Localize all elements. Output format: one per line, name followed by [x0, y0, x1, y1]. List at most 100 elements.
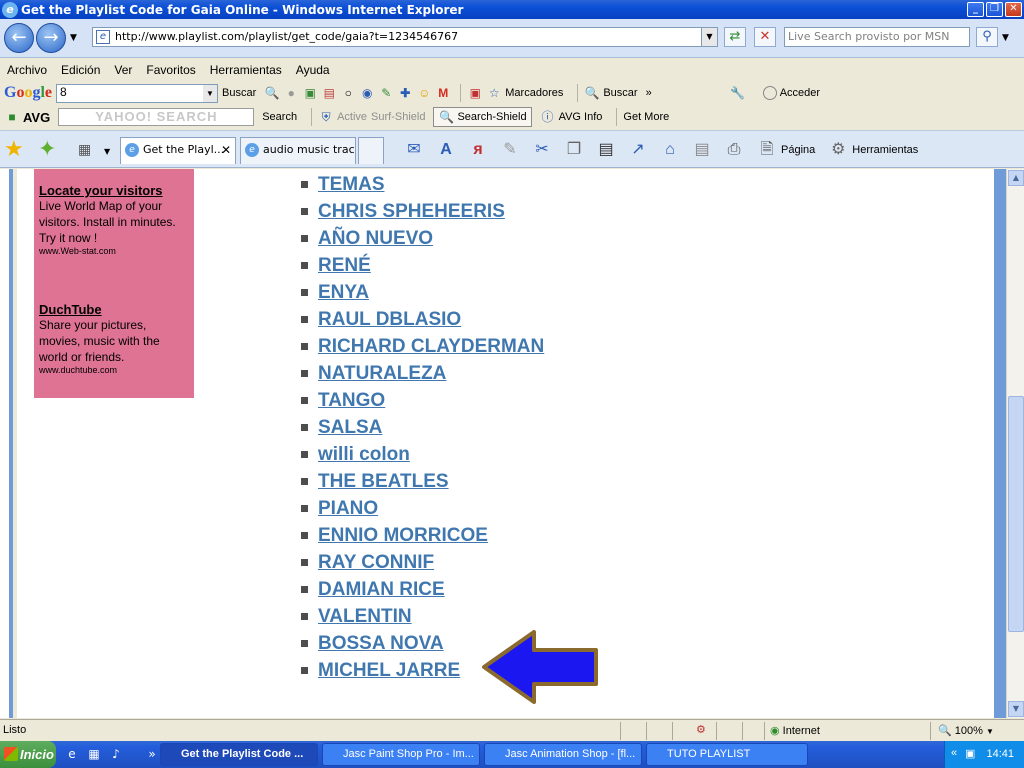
- playlist-link[interactable]: PIANO: [318, 498, 378, 520]
- refresh-button[interactable]: ⇄: [724, 27, 746, 47]
- font-size-icon[interactable]: A: [435, 139, 457, 161]
- playlist-link[interactable]: VALENTIN: [318, 606, 412, 628]
- home-icon[interactable]: ⌂: [659, 139, 681, 161]
- playlist-link[interactable]: willi colon: [318, 444, 410, 466]
- menu-ver[interactable]: Ver: [114, 63, 132, 77]
- scroll-up-icon[interactable]: ▲: [1008, 170, 1024, 186]
- taskbar-window-animation-shop[interactable]: Jasc Animation Shop - [fl...: [484, 743, 642, 766]
- buscar-button[interactable]: 🔍 Buscar: [584, 85, 638, 101]
- favorites-star-icon[interactable]: ★: [4, 137, 24, 162]
- menu-edicion[interactable]: Edición: [61, 63, 100, 77]
- ie-quicklaunch-icon[interactable]: e: [64, 746, 80, 762]
- herramientas-menu[interactable]: ⚙ Herramientas: [827, 139, 918, 161]
- copy-icon[interactable]: ❐: [563, 139, 585, 161]
- pen-icon[interactable]: ✎: [378, 85, 394, 101]
- google-logo[interactable]: Google: [4, 84, 52, 102]
- scrollbar-thumb[interactable]: [1008, 396, 1024, 632]
- playlist-link[interactable]: THE BEATLES: [318, 471, 449, 493]
- taskbar-window-folder[interactable]: TUTO PLAYLIST: [646, 743, 808, 766]
- avg-search-button[interactable]: Search: [262, 111, 297, 123]
- clock[interactable]: 14:41: [986, 748, 1014, 760]
- paste-icon[interactable]: ▤: [595, 139, 617, 161]
- back-button[interactable]: ←: [4, 23, 34, 53]
- popup-blocker-icon[interactable]: ▣: [467, 85, 483, 101]
- playlist-link[interactable]: RAY CONNIF: [318, 552, 434, 574]
- ad-title-link[interactable]: Locate your visitors: [39, 183, 189, 198]
- playlist-link[interactable]: ENYA: [318, 282, 369, 304]
- playlist-link[interactable]: SALSA: [318, 417, 382, 439]
- playlist-link[interactable]: MICHEL JARRE: [318, 660, 460, 682]
- playlist-link[interactable]: DAMIAN RICE: [318, 579, 445, 601]
- start-button[interactable]: Inicio: [0, 741, 56, 768]
- zoom-control[interactable]: 🔍 100% ▼: [938, 724, 994, 737]
- ad-title-link[interactable]: DuchTube: [39, 302, 189, 317]
- search-shield-button[interactable]: 🔍 Search-Shield: [433, 107, 532, 127]
- menu-herramientas[interactable]: Herramientas: [210, 63, 282, 77]
- close-button[interactable]: ✕: [1005, 2, 1022, 17]
- mail-icon[interactable]: ✉: [403, 139, 425, 161]
- print-icon[interactable]: ⎙: [723, 139, 745, 161]
- scroll-down-icon[interactable]: ▼: [1008, 701, 1024, 717]
- recent-pages-dropdown-icon[interactable]: ▼: [70, 33, 77, 43]
- menu-favoritos[interactable]: Favoritos: [146, 63, 195, 77]
- maximize-button[interactable]: ❐: [986, 2, 1003, 17]
- wrench-icon[interactable]: 🔧: [730, 85, 746, 101]
- taskbar-window-ie[interactable]: Get the Playlist Code ...: [160, 743, 318, 766]
- search-icon[interactable]: ⚲: [976, 27, 998, 47]
- chat-icon[interactable]: ○: [340, 85, 356, 101]
- yahoo-search-input[interactable]: YAHOO! SEARCH: [58, 108, 255, 126]
- forward-button[interactable]: →: [36, 23, 66, 53]
- playlist-link[interactable]: TEMAS: [318, 174, 385, 196]
- minimize-button[interactable]: _: [967, 2, 984, 17]
- desktop-quicklaunch-icon[interactable]: ▦: [86, 746, 102, 762]
- new-tab-button[interactable]: [358, 137, 384, 164]
- google-search-input[interactable]: 8 ▼: [56, 83, 219, 103]
- plus-icon[interactable]: ✚: [397, 85, 413, 101]
- playlist-link[interactable]: RAUL DBLASIO: [318, 309, 461, 331]
- encoding-icon[interactable]: я: [467, 139, 489, 161]
- tab-list-dropdown-icon[interactable]: ▼: [104, 147, 110, 156]
- playlist-link[interactable]: NATURALEZA: [318, 363, 446, 385]
- playlist-link[interactable]: BOSSA NOVA: [318, 633, 444, 655]
- vertical-scrollbar[interactable]: ▲ ▼: [1006, 169, 1024, 718]
- search-options-dropdown-icon[interactable]: ▼: [1002, 33, 1009, 43]
- address-dropdown-icon[interactable]: ▼: [701, 28, 717, 46]
- popup-status-icon[interactable]: ⚙: [696, 723, 706, 736]
- tab-audio-music[interactable]: e audio music trac...: [240, 137, 356, 164]
- playlist-link[interactable]: ENNIO MORRICOE: [318, 525, 488, 547]
- rss-feed-icon[interactable]: ▤: [691, 139, 713, 161]
- avg-info-button[interactable]: ⓘ AVG Info: [540, 109, 603, 125]
- magnifier-icon[interactable]: 🔍: [264, 85, 280, 101]
- playlist-link[interactable]: AÑO NUEVO: [318, 228, 433, 250]
- menu-ayuda[interactable]: Ayuda: [296, 63, 330, 77]
- marcadores-button[interactable]: ☆ Marcadores: [486, 85, 563, 101]
- active-surf-shield-button[interactable]: ⛨ Active Surf-Shield: [318, 109, 426, 125]
- tab-get-playlist[interactable]: e Get the Playl... ✕: [120, 137, 236, 164]
- playlist-link[interactable]: TANGO: [318, 390, 385, 412]
- stop-button[interactable]: ✕: [754, 27, 776, 47]
- taskbar-window-paintshop[interactable]: Jasc Paint Shop Pro - Im...: [322, 743, 480, 766]
- add-favorites-icon[interactable]: ✦: [38, 137, 56, 162]
- playlist-link[interactable]: RENÉ: [318, 255, 371, 277]
- tray-expand-icon[interactable]: «: [951, 747, 957, 759]
- media-quicklaunch-icon[interactable]: ♪: [108, 746, 124, 762]
- pagerank-icon[interactable]: ●: [283, 85, 299, 101]
- get-more-button[interactable]: Get More: [623, 111, 669, 123]
- chevron-more-icon[interactable]: »: [646, 87, 652, 99]
- playlist-link[interactable]: CHRIS SPHEHEERIS: [318, 201, 505, 223]
- pagina-menu[interactable]: 🗎 Página: [756, 139, 816, 161]
- address-bar[interactable]: e http://www.playlist.com/playlist/get_c…: [92, 27, 718, 47]
- google-box-dropdown-icon[interactable]: ▼: [203, 84, 218, 102]
- acceder-button[interactable]: Acceder: [762, 86, 820, 100]
- close-tab-icon[interactable]: ✕: [221, 138, 231, 162]
- globe-icon[interactable]: ◉: [359, 85, 375, 101]
- quick-tabs-icon[interactable]: ▦: [78, 142, 91, 158]
- news-icon[interactable]: ▤: [321, 85, 337, 101]
- google-buscar-button[interactable]: Buscar: [222, 87, 256, 99]
- pencil-icon[interactable]: ✎: [499, 139, 521, 161]
- avg-logo[interactable]: ■ AVG: [4, 109, 50, 125]
- open-external-icon[interactable]: ↗: [627, 139, 649, 161]
- quicklaunch-more-icon[interactable]: »: [144, 746, 160, 762]
- cut-icon[interactable]: ✂: [531, 139, 553, 161]
- image-icon[interactable]: ▣: [302, 85, 318, 101]
